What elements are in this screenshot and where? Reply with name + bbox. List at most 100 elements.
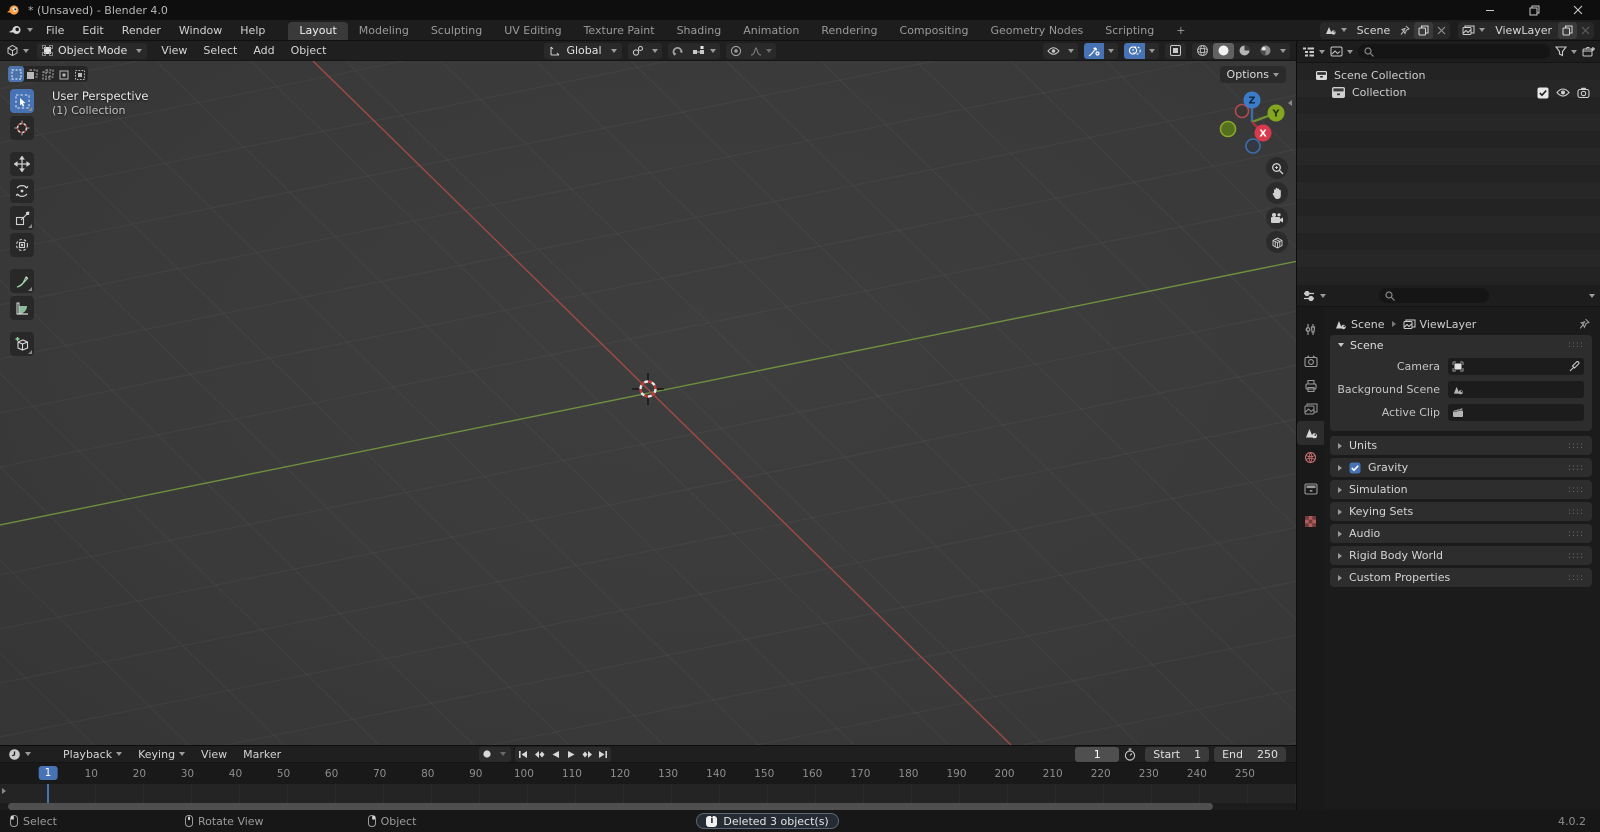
options-button[interactable]: Options (1220, 66, 1286, 83)
menu-window[interactable]: Window (170, 24, 231, 37)
panel-simulation[interactable]: Simulation :::: (1330, 480, 1592, 499)
viewport-menu-object[interactable]: Object (283, 44, 335, 57)
shading-solid-button[interactable] (1213, 43, 1234, 59)
proportional-toggle-button[interactable] (726, 43, 746, 59)
current-frame-indicator[interactable]: 1 (39, 766, 58, 780)
tool-annotate[interactable] (10, 269, 34, 293)
pin-scene-button[interactable] (1396, 22, 1414, 39)
axis-minus-y-ball[interactable] (1221, 122, 1236, 137)
menu-view[interactable]: View (193, 748, 235, 761)
add-workspace-button[interactable]: + (1165, 22, 1196, 40)
show-gizmos-toggle[interactable] (1084, 43, 1104, 59)
tool-move[interactable] (10, 152, 34, 176)
visibility-dropdown[interactable] (1043, 43, 1078, 59)
shading-wireframe-button[interactable] (1192, 43, 1213, 59)
outliner-display-mode[interactable] (1302, 46, 1325, 58)
outliner-row-collection[interactable]: Collection (1297, 84, 1600, 101)
scene-name[interactable]: Scene (1351, 24, 1397, 37)
viewlayer-browse-button[interactable] (1458, 22, 1489, 39)
viewport-menu-view[interactable]: View (153, 44, 195, 57)
tab-animation[interactable]: Animation (732, 22, 810, 40)
tab-collection-props[interactable] (1297, 477, 1324, 501)
start-frame-field[interactable]: Start 1 (1145, 747, 1209, 762)
tool-scale[interactable] (10, 206, 34, 230)
panel-gravity[interactable]: Gravity :::: (1330, 458, 1592, 477)
show-overlays-toggle[interactable] (1124, 43, 1145, 59)
properties-display-mode[interactable] (1302, 290, 1326, 302)
exclude-checkbox[interactable] (1537, 87, 1549, 99)
tab-sculpting[interactable]: Sculpting (420, 22, 493, 40)
tool-transform[interactable] (10, 233, 34, 257)
menu-marker[interactable]: Marker (235, 748, 289, 761)
camera-view-button[interactable] (1266, 207, 1288, 229)
drag-handle-icon[interactable]: :::: (1568, 340, 1584, 350)
axis-minus-z-ball[interactable] (1246, 139, 1260, 153)
gravity-checkbox[interactable] (1349, 462, 1361, 474)
shading-material-button[interactable] (1234, 43, 1255, 59)
tab-viewlayer[interactable] (1297, 397, 1324, 421)
drag-handle-icon[interactable]: :::: (1568, 551, 1584, 561)
auto-keying-button[interactable] (479, 747, 495, 762)
tab-scripting[interactable]: Scripting (1094, 22, 1165, 40)
minimize-button[interactable] (1468, 0, 1512, 20)
play-reverse-button[interactable] (547, 747, 563, 762)
tab-scene[interactable] (1297, 421, 1324, 445)
breadcrumb-viewlayer[interactable]: ViewLayer (1420, 318, 1477, 331)
scene-browse-button[interactable] (1320, 22, 1351, 39)
tab-output[interactable] (1297, 373, 1324, 397)
pivot-point-dropdown[interactable] (628, 43, 662, 59)
tool-add-cube[interactable] (10, 332, 34, 356)
end-frame-field[interactable]: End 250 (1214, 747, 1286, 762)
properties-options-dropdown[interactable] (1585, 294, 1595, 298)
panel-units[interactable]: Units :::: (1330, 436, 1592, 455)
prev-keyframe-button[interactable] (531, 747, 547, 762)
gizmos-dropdown[interactable] (1104, 43, 1118, 59)
select-mode-extend[interactable] (24, 66, 40, 82)
tab-compositing[interactable]: Compositing (889, 22, 980, 40)
drag-handle-icon[interactable]: :::: (1568, 529, 1584, 539)
delete-scene-button[interactable] (1433, 22, 1450, 39)
select-mode-subtract[interactable] (40, 66, 56, 82)
shading-rendered-button[interactable] (1255, 43, 1276, 59)
overlays-dropdown[interactable] (1145, 43, 1159, 59)
new-scene-button[interactable] (1414, 22, 1433, 39)
menu-help[interactable]: Help (231, 24, 274, 37)
pin-icon[interactable] (1579, 318, 1590, 330)
outliner-filter-button[interactable] (1555, 46, 1577, 57)
next-keyframe-button[interactable] (579, 747, 595, 762)
breadcrumb-scene[interactable]: Scene (1351, 318, 1385, 331)
delete-viewlayer-button[interactable] (1577, 22, 1594, 39)
new-viewlayer-button[interactable] (1558, 22, 1577, 39)
tab-tool[interactable] (1297, 317, 1324, 341)
outliner-search-input[interactable] (1358, 44, 1550, 59)
jump-to-end-button[interactable] (595, 747, 611, 762)
tool-rotate[interactable] (10, 179, 34, 203)
camera-field[interactable] (1448, 358, 1584, 375)
viewport-menu-select[interactable]: Select (195, 44, 245, 57)
panel-keying-sets[interactable]: Keying Sets :::: (1330, 502, 1592, 521)
viewport-menu-add[interactable]: Add (245, 44, 282, 57)
background-scene-field[interactable] (1448, 381, 1584, 398)
drag-handle-icon[interactable]: :::: (1568, 485, 1584, 495)
use-preview-range-button[interactable] (1124, 748, 1140, 761)
timeline-ruler[interactable]: 1 10203040506070809010011012013014015016… (0, 763, 1296, 784)
select-mode-invert[interactable] (56, 66, 72, 82)
timeline-scrollbar-handle[interactable] (8, 803, 1213, 810)
tab-uv-editing[interactable]: UV Editing (493, 22, 572, 40)
panel-rigid-body-world[interactable]: Rigid Body World :::: (1330, 546, 1592, 565)
panel-audio[interactable]: Audio :::: (1330, 524, 1592, 543)
tool-select-box[interactable] (10, 89, 34, 113)
tab-texture[interactable] (1297, 509, 1324, 533)
tab-texture-paint[interactable]: Texture Paint (573, 22, 666, 40)
blender-menu-icon[interactable] (8, 24, 23, 36)
eyedropper-icon[interactable] (1569, 361, 1580, 372)
viewlayer-name[interactable]: ViewLayer (1489, 24, 1558, 37)
3d-viewport[interactable]: Object Mode View Select Add Object Globa… (0, 41, 1296, 745)
play-button[interactable] (563, 747, 579, 762)
tool-measure[interactable] (10, 296, 34, 320)
tab-modeling[interactable]: Modeling (348, 22, 420, 40)
snap-settings-button[interactable] (688, 43, 720, 59)
tab-world[interactable] (1297, 445, 1324, 469)
pan-view-button[interactable] (1266, 182, 1288, 204)
tab-rendering[interactable]: Rendering (810, 22, 888, 40)
